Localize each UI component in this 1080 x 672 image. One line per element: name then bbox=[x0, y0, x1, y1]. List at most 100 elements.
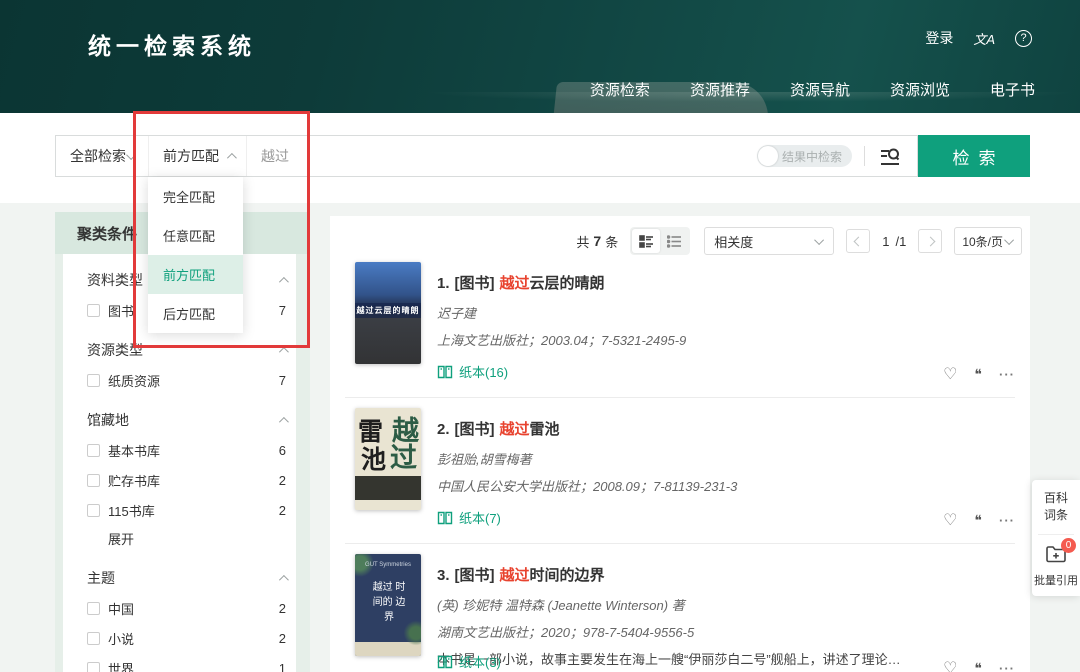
divider bbox=[1038, 534, 1074, 535]
prev-page-button[interactable] bbox=[846, 229, 870, 253]
favorite-icon[interactable]: ♡ bbox=[943, 658, 957, 672]
result-title[interactable]: 1.[图书]越过云层的晴朗 bbox=[437, 272, 905, 293]
match-option-exact[interactable]: 完全匹配 bbox=[148, 177, 243, 216]
cite-icon[interactable]: ❝ bbox=[974, 660, 982, 672]
facet-location: 馆藏地 基本书库 6 贮存书库 2 115书库 2 展开 bbox=[87, 410, 286, 548]
match-option-suffix[interactable]: 后方匹配 bbox=[148, 294, 243, 333]
result-actions: ♡ ❝ ··· bbox=[943, 510, 1015, 530]
facet-item: 贮存书库 2 bbox=[87, 471, 286, 490]
facet-item: 小说 2 bbox=[87, 629, 286, 648]
favorite-icon[interactable]: ♡ bbox=[943, 364, 957, 384]
batch-cite-button[interactable]: 0 批量引用 bbox=[1032, 544, 1080, 588]
chevron-down-icon bbox=[1004, 235, 1014, 245]
facet-item: 基本书库 6 bbox=[87, 441, 286, 460]
floating-tools-panel: 百科词条 0 批量引用 bbox=[1032, 480, 1080, 596]
divider bbox=[864, 146, 865, 166]
nav-item-resource-navigation[interactable]: 资源导航 bbox=[790, 79, 850, 100]
book-icon bbox=[437, 511, 453, 525]
facet-item: 纸质资源 7 bbox=[87, 371, 286, 390]
checkbox[interactable] bbox=[87, 632, 100, 645]
result-info: 2.[图书]越过雷池 彭祖贻,胡雪梅著 中国人民公安大学出版社；2008.09；… bbox=[437, 418, 905, 495]
holdings-link[interactable]: 纸本(3) bbox=[437, 652, 501, 671]
facet-head-location[interactable]: 馆藏地 bbox=[87, 410, 286, 430]
result-publisher: 上海文艺出版社；2003.04；7-5321-2495-9 bbox=[437, 330, 905, 349]
account-area: 登录 文A ? bbox=[925, 28, 1032, 48]
login-link[interactable]: 登录 bbox=[925, 28, 953, 48]
match-mode-select[interactable]: 前方匹配 bbox=[148, 136, 246, 176]
results-panel: 共7条 相关度 1 /1 bbox=[330, 216, 1030, 672]
facet-item: 中国 2 bbox=[87, 599, 286, 618]
match-mode-dropdown: 完全匹配 任意匹配 前方匹配 后方匹配 bbox=[148, 177, 243, 333]
more-icon[interactable]: ··· bbox=[999, 513, 1015, 528]
nav-item-ebook[interactable]: 电子书 bbox=[990, 79, 1035, 100]
search-input-value: 越过 bbox=[261, 146, 289, 166]
facet-head-subject[interactable]: 主题 bbox=[87, 568, 286, 588]
page-size-select[interactable]: 10条/页 bbox=[954, 227, 1022, 255]
result-description: 本书是一部小说，故事主要发生在海上一艘“伊丽莎白二号”舰船上，讲述了理论物理学家… bbox=[437, 649, 905, 668]
more-icon[interactable]: ··· bbox=[999, 661, 1015, 672]
holdings-link[interactable]: 纸本(7) bbox=[437, 508, 501, 527]
match-option-any[interactable]: 任意匹配 bbox=[148, 216, 243, 255]
cite-icon[interactable]: ❝ bbox=[974, 366, 982, 383]
advanced-search-icon[interactable] bbox=[879, 145, 901, 167]
page-indicator: 1 /1 bbox=[882, 234, 906, 249]
help-icon[interactable]: ? bbox=[1015, 30, 1032, 47]
results-toolbar: 共7条 相关度 1 /1 bbox=[576, 226, 1022, 256]
chevron-up-icon bbox=[227, 152, 237, 162]
favorite-icon[interactable]: ♡ bbox=[943, 510, 957, 530]
next-page-button[interactable] bbox=[918, 229, 942, 253]
encyclopedia-entry-button[interactable]: 百科词条 bbox=[1032, 490, 1080, 525]
facet-subject: 主题 中国 2 小说 2 世界 1 展开 bbox=[87, 568, 286, 672]
facet-item: 世界 1 bbox=[87, 659, 286, 672]
detail-view-icon[interactable] bbox=[632, 229, 660, 253]
result-title[interactable]: 3.[图书]越过时间的边界 bbox=[437, 564, 905, 585]
book-icon bbox=[437, 365, 453, 379]
checkbox[interactable] bbox=[87, 304, 100, 317]
facet-item: 115书库 2 bbox=[87, 501, 286, 520]
search-bar: 全部检索 前方匹配 越过 结果中检索 bbox=[55, 135, 918, 177]
sort-select[interactable]: 相关度 bbox=[704, 227, 834, 255]
book-cover[interactable]: 雷 越 池 过 bbox=[355, 408, 421, 510]
checkbox[interactable] bbox=[87, 444, 100, 457]
search-in-results-toggle[interactable]: 结果中检索 bbox=[757, 145, 852, 167]
result-actions: ♡ ❝ ··· bbox=[943, 658, 1015, 672]
result-info: 1.[图书]越过云层的晴朗 迟子建 上海文艺出版社；2003.04；7-5321… bbox=[437, 272, 905, 349]
result-author: 迟子建 bbox=[437, 303, 905, 322]
nav-item-resource-recommend[interactable]: 资源推荐 bbox=[690, 79, 750, 100]
checkbox[interactable] bbox=[87, 374, 100, 387]
toggle-label: 结果中检索 bbox=[782, 148, 842, 165]
book-cover[interactable]: 越过云层的晴朗 bbox=[355, 262, 421, 364]
total-pages: /1 bbox=[895, 234, 906, 249]
holdings-link[interactable]: 纸本(16) bbox=[437, 362, 508, 381]
nav-item-resource-browse[interactable]: 资源浏览 bbox=[890, 79, 950, 100]
expand-link[interactable]: 展开 bbox=[108, 529, 286, 548]
result-publisher: 湖南文艺出版社；2020；978-7-5404-9556-5 bbox=[437, 622, 905, 641]
current-page: 1 bbox=[882, 234, 889, 249]
book-cover[interactable]: GUT Symmetries 越过 时间的 边界 bbox=[355, 554, 421, 656]
checkbox[interactable] bbox=[87, 662, 100, 672]
sort-select-value: 相关度 bbox=[714, 232, 753, 251]
language-icon[interactable]: 文A bbox=[973, 29, 995, 48]
checkbox[interactable] bbox=[87, 504, 100, 517]
search-button[interactable]: 检索 bbox=[918, 135, 1030, 177]
toggle-knob bbox=[758, 146, 778, 166]
match-option-prefix[interactable]: 前方匹配 bbox=[148, 255, 243, 294]
scope-select-value: 全部检索 bbox=[70, 146, 126, 166]
facet-head-resource-type[interactable]: 资源类型 bbox=[87, 340, 286, 360]
app-title: 统一检索系统 bbox=[88, 27, 256, 61]
search-input[interactable]: 越过 bbox=[246, 136, 757, 176]
app-header: 统一检索系统 登录 文A ? 资源检索 资源推荐 资源导航 资源浏览 电子书 bbox=[0, 0, 1080, 113]
cite-count-badge: 0 bbox=[1061, 538, 1076, 553]
list-view-icon[interactable] bbox=[660, 229, 688, 253]
checkbox[interactable] bbox=[87, 474, 100, 487]
scope-select[interactable]: 全部检索 bbox=[56, 136, 148, 176]
nav-item-resource-search[interactable]: 资源检索 bbox=[590, 79, 650, 100]
result-title[interactable]: 2.[图书]越过雷池 bbox=[437, 418, 905, 439]
main-nav: 资源检索 资源推荐 资源导航 资源浏览 电子书 bbox=[590, 79, 1035, 100]
collapse-icon bbox=[279, 276, 289, 286]
result-count: 共7条 bbox=[576, 232, 618, 251]
checkbox[interactable] bbox=[87, 602, 100, 615]
cite-icon[interactable]: ❝ bbox=[974, 512, 982, 529]
collapse-icon bbox=[279, 416, 289, 426]
more-icon[interactable]: ··· bbox=[999, 367, 1015, 382]
